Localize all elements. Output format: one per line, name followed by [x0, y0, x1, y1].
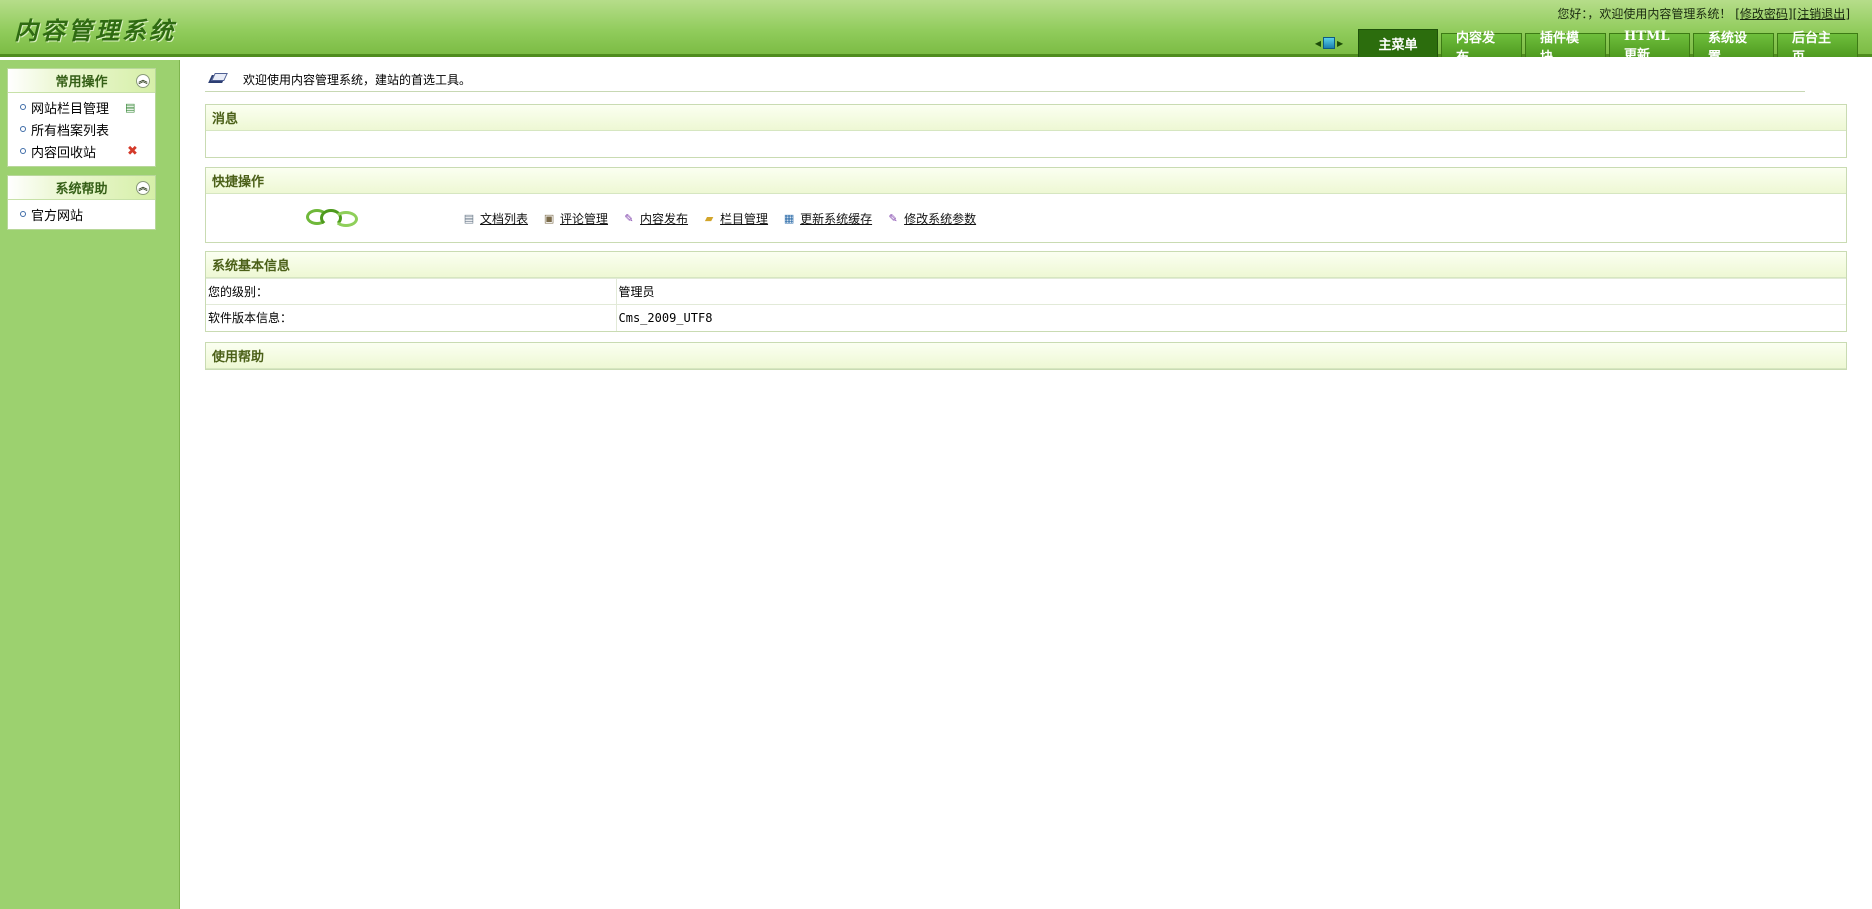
table-row: 您的级别： 管理员 [206, 278, 1846, 305]
delete-x-icon[interactable]: ✖ [127, 144, 138, 159]
sidebar-item-official-site[interactable]: 官方网站 [8, 203, 155, 225]
change-password-link[interactable]: 修改密码 [1740, 7, 1788, 21]
table-row: 软件版本信息： Cms_2009_UTF8 [206, 304, 1846, 331]
bullet-icon [20, 126, 26, 132]
tab-plugin-modules[interactable]: 插件模块 [1525, 31, 1606, 65]
top-header: 内容管理系统 您好：，欢迎使用内容管理系统！ [修改密码][注销退出] ◀ ▶ … [0, 0, 1872, 65]
welcome-bar: 欢迎使用内容管理系统，建站的首选工具。 [205, 68, 1805, 92]
sidebar: 常用操作 ︽ 网站栏目管理 ▤ 所有档案列表 内容回收站 ✖ 系统帮助 ︽ 官方… [0, 60, 180, 909]
sysinfo-value: 管理员 [616, 278, 1846, 305]
tab-content-publish[interactable]: 内容发布 [1441, 31, 1522, 65]
quick-link-content-publish[interactable]: ✎ 内容发布 [622, 210, 688, 227]
nav-scroll-arrows[interactable]: ◀ ▶ [1311, 32, 1347, 54]
logout-link[interactable]: 注销退出 [1797, 7, 1845, 21]
panel-system-help: 系统帮助 ︽ 官方网站 [7, 175, 156, 230]
tab-html-update[interactable]: HTML更新 [1609, 29, 1690, 63]
messages-box: 消息 [205, 104, 1847, 158]
refresh-icon: ▦ [783, 211, 795, 225]
sidebar-item-label: 内容回收站 [31, 145, 97, 161]
messages-body [206, 131, 1846, 157]
main-nav: ◀ ▶ 主菜单 内容发布 插件模块 HTML更新 系统设置 后台主页 [1311, 29, 1858, 65]
panel-title: 常用操作 [55, 75, 108, 90]
book-icon [1323, 37, 1335, 49]
sysinfo-key: 您的级别： [206, 278, 617, 305]
quick-link-label[interactable]: 更新系统缓存 [800, 210, 872, 227]
collapse-icon[interactable]: ︽ [136, 74, 150, 88]
quick-ops-title: 快捷操作 [206, 168, 1846, 194]
sidebar-item-column-manage[interactable]: 网站栏目管理 ▤ [8, 96, 155, 118]
quick-link-update-cache[interactable]: ▦ 更新系统缓存 [782, 210, 872, 227]
quick-link-system-params[interactable]: ✎ 修改系统参数 [886, 210, 976, 227]
sidebar-item-recycle-bin[interactable]: 内容回收站 ✖ [8, 140, 155, 162]
pen-icon: ✎ [624, 211, 634, 225]
arrow-left-icon[interactable]: ◀ [1315, 39, 1321, 48]
quick-ops-box: 快捷操作 ▤ 文档列表 ▣ 评论管理 ✎ 内容发布 ▰ 栏目管理 ▦ 更新系统缓… [205, 167, 1847, 243]
quick-link-label[interactable]: 文档列表 [480, 210, 528, 227]
quick-ops-body: ▤ 文档列表 ▣ 评论管理 ✎ 内容发布 ▰ 栏目管理 ▦ 更新系统缓存 ✎ 修… [206, 194, 1846, 242]
quick-link-label[interactable]: 栏目管理 [720, 210, 768, 227]
panel-common-ops: 常用操作 ︽ 网站栏目管理 ▤ 所有档案列表 内容回收站 ✖ [7, 68, 156, 167]
user-bar: 您好：，欢迎使用内容管理系统！ [修改密码][注销退出] [1557, 7, 1850, 21]
tab-system-settings[interactable]: 系统设置 [1693, 31, 1774, 65]
arrow-right-icon[interactable]: ▶ [1337, 39, 1343, 48]
quick-link-column-manage[interactable]: ▰ 栏目管理 [702, 210, 768, 227]
welcome-text: 欢迎使用内容管理系统，建站的首选工具。 [243, 73, 472, 87]
bullet-icon [20, 104, 26, 110]
sysinfo-value: Cms_2009_UTF8 [616, 304, 1846, 331]
app-logo: 内容管理系统 [14, 16, 176, 45]
greeting-text: 您好：，欢迎使用内容管理系统！ [1557, 7, 1732, 21]
page-add-icon[interactable]: ▤ [125, 101, 135, 114]
sidebar-item-all-archives[interactable]: 所有档案列表 [8, 118, 155, 140]
sidebar-item-label: 所有档案列表 [31, 123, 110, 139]
panel-header: 常用操作 ︽ [8, 69, 155, 93]
quick-link-label[interactable]: 修改系统参数 [904, 210, 976, 227]
book-icon [209, 73, 229, 87]
tab-admin-home[interactable]: 后台主页 [1777, 31, 1858, 65]
help-title: 使用帮助 [206, 343, 1846, 369]
quick-link-label[interactable]: 评论管理 [560, 210, 608, 227]
folder-icon: ▰ [704, 211, 714, 225]
quick-link-doc-list[interactable]: ▤ 文档列表 [462, 210, 528, 227]
sysinfo-table: 您的级别： 管理员 软件版本信息： Cms_2009_UTF8 [206, 278, 1846, 331]
panel-title: 系统帮助 [55, 182, 108, 197]
panel-header: 系统帮助 ︽ [8, 176, 155, 200]
tab-main-menu[interactable]: 主菜单 [1358, 29, 1438, 57]
messages-title: 消息 [206, 105, 1846, 131]
sysinfo-key: 软件版本信息： [206, 304, 617, 331]
sysinfo-box: 系统基本信息 您的级别： 管理员 软件版本信息： Cms_2009_UTF8 [205, 251, 1847, 332]
quick-link-label[interactable]: 内容发布 [640, 210, 688, 227]
sidebar-item-label: 网站栏目管理 [31, 101, 110, 117]
comment-icon: ▣ [543, 211, 555, 225]
collapse-icon[interactable]: ︽ [136, 181, 150, 195]
help-box: 使用帮助 [205, 342, 1847, 370]
swirl-logo-icon [304, 205, 364, 231]
pen-icon: ✎ [888, 211, 898, 225]
quick-link-comment-manage[interactable]: ▣ 评论管理 [542, 210, 608, 227]
document-icon: ▤ [463, 211, 475, 225]
sysinfo-title: 系统基本信息 [206, 252, 1846, 278]
bullet-icon [20, 148, 26, 154]
sidebar-item-label: 官方网站 [31, 208, 84, 224]
bullet-icon [20, 211, 26, 217]
